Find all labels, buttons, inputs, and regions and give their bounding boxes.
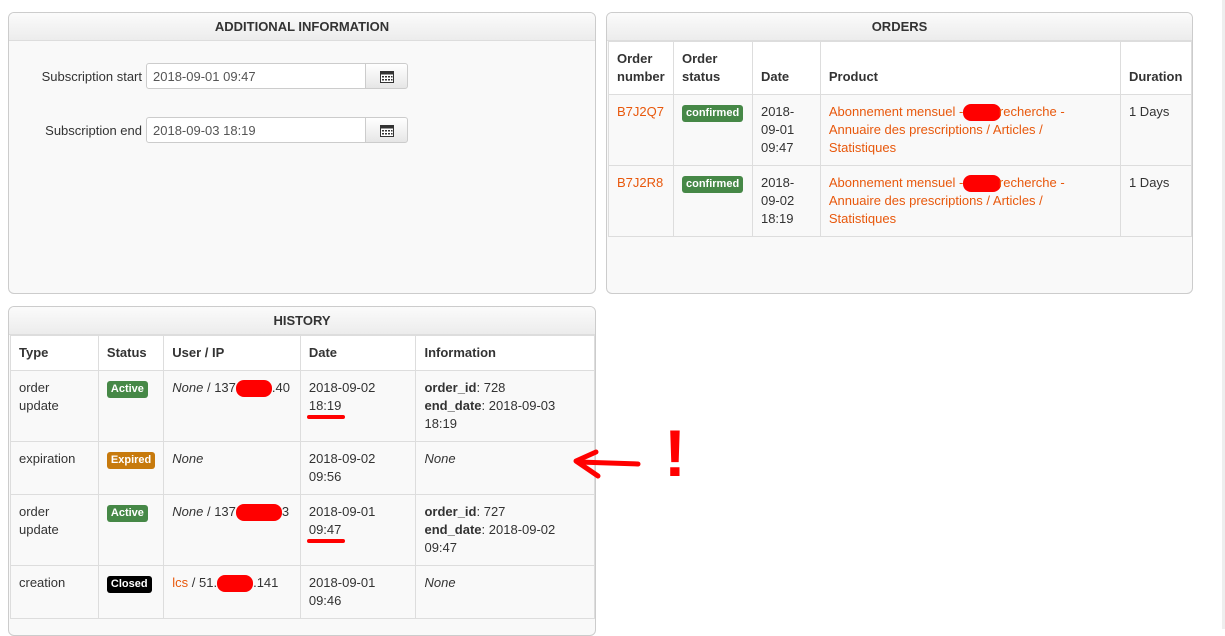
table-row: order update Active None / 137.40 2018-0… <box>10 370 595 442</box>
column-header: Status <box>97 335 165 371</box>
column-header: Information <box>415 335 595 371</box>
type-cell: expiration <box>10 441 99 495</box>
calendar-button[interactable] <box>365 117 408 143</box>
calendar-icon <box>379 124 394 137</box>
column-header: Duration <box>1119 41 1192 95</box>
panel-title: ORDERS <box>607 13 1192 41</box>
user-ip-cell: None <box>163 441 301 495</box>
history-table: Type Status User / IP Date Information o… <box>10 335 595 619</box>
information-cell: None <box>415 565 595 619</box>
user-ip-cell: None / 137.40 <box>163 370 301 442</box>
calendar-button[interactable] <box>365 63 408 89</box>
status-cell: Closed <box>97 565 165 619</box>
column-header: Product <box>819 41 1121 95</box>
additional-information-panel: ADDITIONAL INFORMATION Subscription star… <box>8 12 596 294</box>
product-link[interactable]: Abonnement mensuel - recherche - Annuair… <box>829 104 1065 155</box>
order-date-cell: 2018-09-01 09:47 <box>751 93 821 167</box>
date-cell: 2018-09-01 09:46 <box>299 565 417 619</box>
column-header: User / IP <box>163 335 301 371</box>
history-panel: HISTORY Type Status User / IP Date Infor… <box>8 306 596 636</box>
subscription-start-row: Subscription start 2018-09-01 09:47 <box>9 63 595 91</box>
status-badge: Active <box>106 505 148 522</box>
status-cell: Active <box>97 370 165 442</box>
information-cell: order_id: 727 end_date: 2018-09-02 09:47 <box>415 494 595 566</box>
product-link[interactable]: Abonnement mensuel - recherche - Annuair… <box>829 175 1065 226</box>
column-header: Date <box>751 41 821 95</box>
date-cell: 2018-09-01 09:47 <box>299 494 417 566</box>
redaction-mark <box>217 575 254 593</box>
column-header: Type <box>10 335 99 371</box>
duration-cell: 1 Days <box>1119 165 1192 238</box>
user-ip-cell: None / 137 3 <box>163 494 301 566</box>
order-date-cell: 2018-09-02 18:19 <box>751 165 821 238</box>
status-cell: Expired <box>97 441 165 495</box>
order-number-link[interactable]: B7J2Q7 <box>617 104 664 119</box>
user-link[interactable]: lcs <box>172 575 188 590</box>
column-header: Order status <box>672 41 753 95</box>
date-cell: 2018-09-02 18:19 <box>299 370 417 442</box>
redaction-mark <box>962 175 1001 193</box>
panel-title: ADDITIONAL INFORMATION <box>9 13 595 41</box>
status-badge: Expired <box>106 452 156 469</box>
table-row: creation Closed lcs / 51. .141 2018-09-01… <box>10 565 595 619</box>
table-row: expiration Expired None 2018-09-02 09:56 … <box>10 441 595 495</box>
order-status-cell: confirmed <box>672 165 753 238</box>
status-badge: confirmed <box>681 176 744 194</box>
subscription-start-label: Subscription start <box>41 69 142 84</box>
order-number-link[interactable]: B7J2R8 <box>617 175 663 190</box>
user-ip-cell: lcs / 51. .141 <box>163 565 301 619</box>
table-header-row: Type Status User / IP Date Information <box>10 335 595 371</box>
product-cell: Abonnement mensuel - recherche - Annuair… <box>819 165 1121 238</box>
table-row: B7J2Q7 confirmed 2018-09-01 09:47 Abonne… <box>608 93 1192 167</box>
table-row: B7J2R8 confirmed 2018-09-02 18:19 Abonne… <box>608 165 1192 238</box>
calendar-icon <box>379 70 394 83</box>
status-badge: Closed <box>106 576 152 593</box>
status-badge: confirmed <box>681 105 744 122</box>
order-number-cell: B7J2Q7 <box>608 93 674 167</box>
date-cell: 2018-09-02 09:56 <box>299 441 417 495</box>
product-cell: Abonnement mensuel - recherche - Annuair… <box>819 93 1121 167</box>
orders-table: Order number Order status Date Product D… <box>608 41 1192 238</box>
subscription-end-label: Subscription end <box>45 123 142 138</box>
type-cell: creation <box>10 565 99 619</box>
subscription-end-input[interactable]: 2018-09-03 18:19 <box>146 117 366 143</box>
redaction-mark <box>235 380 272 398</box>
status-badge: Active <box>106 381 148 398</box>
column-header: Order number <box>608 41 674 95</box>
orders-panel: ORDERS Order number Order status Date Pr… <box>606 12 1193 294</box>
redaction-mark <box>962 104 1001 122</box>
table-row: order update Active None / 137 3 2018-09-… <box>10 494 595 566</box>
order-status-cell: confirmed <box>672 93 753 167</box>
column-header: Date <box>299 335 417 371</box>
status-cell: Active <box>97 494 165 566</box>
subscription-start-input[interactable]: 2018-09-01 09:47 <box>146 63 366 89</box>
type-cell: order update <box>10 494 99 566</box>
annotation-exclamation: ! <box>664 416 686 490</box>
panel-title: HISTORY <box>9 307 595 335</box>
redaction-mark <box>235 504 282 522</box>
subscription-end-row: Subscription end 2018-09-03 18:19 <box>9 117 595 145</box>
order-number-cell: B7J2R8 <box>608 165 674 238</box>
duration-cell: 1 Days <box>1119 93 1192 167</box>
table-header-row: Order number Order status Date Product D… <box>608 41 1192 95</box>
type-cell: order update <box>10 370 99 442</box>
